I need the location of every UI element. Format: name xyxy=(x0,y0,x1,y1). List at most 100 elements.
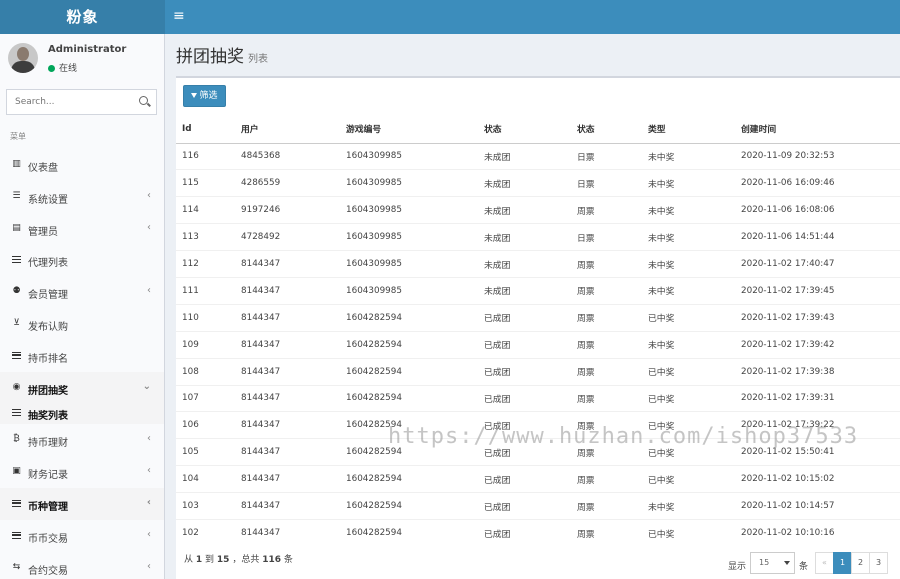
cell-user: 8144347 xyxy=(235,276,340,305)
cell-id: 114 xyxy=(176,196,235,224)
cell-created-at: 2020-11-02 17:39:38 xyxy=(735,357,900,386)
cell-status: 已成团 xyxy=(478,303,571,332)
cell-status: 未成团 xyxy=(478,276,571,305)
column-header-type[interactable]: 类型 xyxy=(642,115,735,144)
cell-user: 8144347 xyxy=(235,518,340,547)
column-header-status[interactable]: 状态 xyxy=(478,115,571,144)
sidebar-item-agents[interactable]: 代理列表 xyxy=(0,244,164,276)
cell-user: 8144347 xyxy=(235,465,340,493)
cell-ticket: 周票 xyxy=(571,384,642,412)
info-to: 15 xyxy=(216,555,230,565)
cell-type: 未中奖 xyxy=(642,223,735,251)
sidebar-item-contract-trading[interactable]: ⇆ 合约交易 ‹ xyxy=(0,552,164,579)
sidebar-item-label: 代理列表 xyxy=(28,258,68,270)
pagination-prev[interactable]: « xyxy=(815,552,834,574)
cell-type: 已中奖 xyxy=(642,303,735,332)
cell-user: 8144347 xyxy=(235,357,340,386)
page-title: 拼团抽奖 xyxy=(176,47,244,67)
cell-game-no: 1604282594 xyxy=(340,357,478,386)
cell-type: 未中奖 xyxy=(642,196,735,224)
search-input[interactable] xyxy=(7,90,127,114)
sidebar-item-admins[interactable]: ▤ 管理员 ‹ xyxy=(0,213,164,245)
page-size-unit: 条 xyxy=(799,562,809,572)
cell-id: 103 xyxy=(176,492,235,520)
chevron-left-icon: ‹ xyxy=(147,433,151,445)
search-icon[interactable] xyxy=(139,96,148,105)
online-dot-icon xyxy=(48,65,55,72)
filter-icon xyxy=(191,93,198,98)
column-header-user[interactable]: 用户 xyxy=(235,115,340,144)
sidebar-toggle-icon[interactable]: ≡ xyxy=(173,8,185,24)
cell-created-at: 2020-11-02 17:39:42 xyxy=(735,330,900,359)
sidebar-item-dashboard[interactable]: ▥ 仪表盘 xyxy=(0,149,164,181)
chevron-left-icon: ‹ xyxy=(146,496,151,508)
cell-status: 未成团 xyxy=(478,142,571,170)
pagination-page[interactable]: 1 xyxy=(833,552,852,574)
table-row[interactable]: 103 8144347 1604282594 已成团 周票 未中奖 2020-11-02 1… xyxy=(176,492,900,520)
column-header-game-no[interactable]: 游戏编号 xyxy=(340,115,478,144)
info-suffix: 条 xyxy=(283,555,293,565)
page-size-select[interactable]: 15 xyxy=(750,552,795,574)
menu-header: 菜单 xyxy=(10,132,26,141)
sidebar-item-label: 持币理财 xyxy=(28,438,68,450)
table-row[interactable]: 102 8144347 1604282594 已成团 周票 已中奖 2020-11-02 1… xyxy=(176,518,900,547)
sidebar-item-members[interactable]: ⚉ 会员管理 ‹ xyxy=(0,276,164,308)
sidebar-item-coin-management[interactable]: 币种管理 ‹ xyxy=(0,487,164,520)
cell-ticket: 周票 xyxy=(571,250,642,278)
table-row[interactable]: 112 8144347 1604309985 未成团 周票 未中奖 2020-11-02 1… xyxy=(176,250,900,278)
list-box: 筛选 Id 用户 游戏编号 状态 状态 类型 创建时间 116 4845368 16… xyxy=(176,76,900,579)
table-row[interactable]: 107 8144347 1604282594 已成团 周票 已中奖 2020-11-02 1… xyxy=(176,384,900,412)
sidebar-item-coin-trading[interactable]: 币币交易 ‹ xyxy=(0,520,164,552)
table-row[interactable]: 104 8144347 1604282594 已成团 周票 已中奖 2020-11-02 1… xyxy=(176,465,900,493)
table-row[interactable]: 115 4286559 1604309985 未成团 日票 未中奖 2020-11-06 1… xyxy=(176,169,900,197)
user-status-label: 在线 xyxy=(59,64,78,74)
sidebar-item-system-settings[interactable]: ☰ 系统设置 ‹ xyxy=(0,181,164,213)
table-row[interactable]: 109 8144347 1604282594 已成团 周票 未中奖 2020-11-02 1… xyxy=(176,330,900,359)
cell-id: 110 xyxy=(176,303,235,332)
filter-button-label: 筛选 xyxy=(199,91,218,101)
column-header-ticket-status[interactable]: 状态 xyxy=(571,115,642,144)
table-row[interactable]: 111 8144347 1604309985 未成团 周票 未中奖 2020-11-02 1… xyxy=(176,276,900,305)
table-row[interactable]: 114 9197246 1604309985 未成团 周票 未中奖 2020-11-06 1… xyxy=(176,196,900,224)
cell-id: 102 xyxy=(176,518,235,547)
table-row[interactable]: 108 8144347 1604282594 已成团 周票 已中奖 2020-11-02 1… xyxy=(176,357,900,386)
pagination-page[interactable]: 3 xyxy=(869,552,888,574)
cell-created-at: 2020-11-06 16:09:46 xyxy=(735,169,900,197)
cell-id: 108 xyxy=(176,357,235,386)
cell-created-at: 2020-11-02 17:39:43 xyxy=(735,303,900,332)
table-row[interactable]: 116 4845368 1604309985 未成团 日票 未中奖 2020-11-09 2… xyxy=(176,142,900,170)
cell-ticket: 周票 xyxy=(571,196,642,224)
cell-game-no: 1604282594 xyxy=(340,303,478,332)
column-header-created-at[interactable]: 创建时间 xyxy=(735,115,900,144)
cell-game-no: 1604309985 xyxy=(340,276,478,305)
sidebar-item-group-lottery[interactable]: ◉ 拼团抽奖 ⌄ xyxy=(0,371,164,404)
filter-button[interactable]: 筛选 xyxy=(183,85,226,107)
sidebar-item-lottery-list[interactable]: 抽奖列表 xyxy=(0,403,164,425)
table-row[interactable]: 110 8144347 1604282594 已成团 周票 已中奖 2020-11-02 1… xyxy=(176,303,900,332)
cell-status: 已成团 xyxy=(478,384,571,412)
cell-id: 113 xyxy=(176,223,235,251)
cell-status: 已成团 xyxy=(478,357,571,386)
cell-user: 8144347 xyxy=(235,411,340,439)
sidebar-item-publish-subscription[interactable]: ⊻ 发布认购 xyxy=(0,308,164,340)
sidebar-item-holding-rank[interactable]: 持币排名 xyxy=(0,340,164,372)
cell-created-at: 2020-11-06 16:08:06 xyxy=(735,196,900,224)
cell-status: 已成团 xyxy=(478,465,571,493)
sidebar-item-wealth[interactable]: ₿ 持币理财 ‹ xyxy=(0,424,164,456)
list-icon xyxy=(11,254,22,265)
pagination-page[interactable]: 2 xyxy=(851,552,870,574)
cell-ticket: 周票 xyxy=(571,276,642,305)
sidebar-item-finance-records[interactable]: ▣ 财务记录 ‹ xyxy=(0,456,164,488)
cell-type: 未中奖 xyxy=(642,142,735,170)
app-logo[interactable]: 粉象 xyxy=(0,0,165,34)
cell-user: 8144347 xyxy=(235,250,340,278)
column-header-id[interactable]: Id xyxy=(176,115,235,144)
table-row[interactable]: 113 4728492 1604309985 未成团 日票 未中奖 2020-11-06 1… xyxy=(176,223,900,251)
cell-user: 8144347 xyxy=(235,492,340,520)
avatar xyxy=(8,43,38,73)
cell-ticket: 周票 xyxy=(571,330,642,359)
content-header: 拼团抽奖 列表 xyxy=(176,42,268,67)
cell-game-no: 1604282594 xyxy=(340,518,478,547)
info-to-label: 到 xyxy=(205,555,215,565)
cart-icon: ⊻ xyxy=(13,317,20,328)
